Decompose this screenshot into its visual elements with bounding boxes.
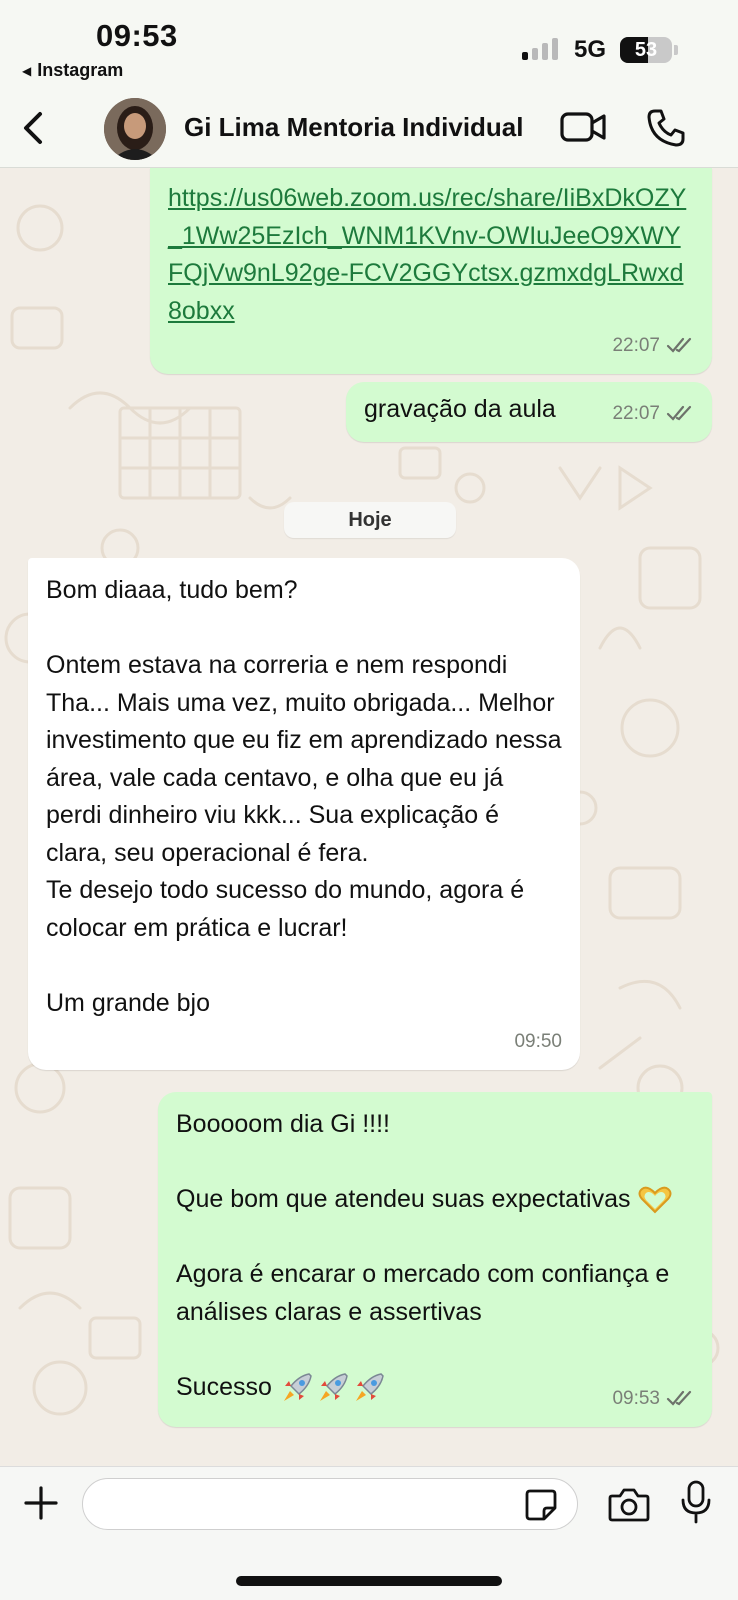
contact-avatar[interactable]	[104, 98, 166, 160]
rocket-emoji	[283, 1373, 312, 1401]
message-input[interactable]	[82, 1478, 578, 1530]
message-line-text: Que bom que atendeu suas expectativas	[176, 1185, 631, 1213]
plus-icon[interactable]	[22, 1484, 60, 1522]
microphone-icon[interactable]	[680, 1480, 712, 1524]
rocket-emoji	[355, 1373, 384, 1401]
camera-icon[interactable]	[608, 1486, 650, 1522]
message-meta: 22:07	[612, 327, 694, 365]
contact-name[interactable]: Gi Lima Mentoria Individual	[184, 112, 524, 143]
double-check-icon	[666, 406, 692, 421]
chevron-left-icon[interactable]	[18, 108, 48, 148]
message-meta: 22:07	[612, 395, 694, 433]
phone-icon[interactable]	[646, 108, 686, 148]
heart-hands-emoji	[638, 1187, 672, 1214]
message-line: Agora é encarar o mercado com confiança …	[176, 1260, 677, 1326]
back-app-label: Instagram	[37, 60, 124, 80]
top-bar: 09:53 ◀ Instagram 5G 53 Gi Lima Mentoria…	[0, 0, 738, 168]
battery-icon: 53	[620, 37, 672, 63]
status-time: 09:53	[96, 18, 178, 53]
message-line: Que bom que atendeu suas expectativas	[176, 1181, 694, 1219]
video-camera-icon[interactable]	[560, 110, 606, 144]
message-time: 22:07	[612, 402, 660, 424]
back-triangle-icon: ◀	[22, 63, 32, 78]
back-to-app-link[interactable]: ◀ Instagram	[22, 60, 123, 81]
message-time: 22:07	[612, 334, 660, 356]
message-line: Booooom dia Gi !!!!	[176, 1110, 391, 1138]
avatar-photo	[104, 98, 166, 160]
message-outgoing-link: https://us06web.zoom.us/rec/share/IiBxDk…	[150, 168, 712, 374]
rocket-emoji	[319, 1373, 348, 1401]
message-text: gravação da aula	[364, 395, 556, 423]
battery-percent: 53	[634, 39, 658, 61]
sticker-icon[interactable]	[524, 1488, 558, 1522]
message-time: 09:50	[514, 1030, 562, 1052]
double-check-icon	[666, 338, 692, 353]
message-line-text: Sucesso	[176, 1372, 272, 1401]
message-incoming: Bom diaaa, tudo bem? Ontem estava na cor…	[28, 558, 580, 1070]
message-meta: 09:53	[612, 1380, 694, 1418]
network-type: 5G	[574, 36, 607, 63]
home-indicator	[236, 1576, 502, 1586]
message-text: Bom diaaa, tudo bem? Ontem estava na cor…	[46, 576, 562, 1017]
day-divider: Hoje	[284, 502, 456, 538]
cellular-signal-icon	[522, 38, 558, 60]
message-meta: 09:50	[514, 1023, 562, 1061]
double-check-icon	[666, 1391, 692, 1406]
message-outgoing: Booooom dia Gi !!!! Que bom que atendeu …	[158, 1092, 712, 1427]
battery-tip	[674, 45, 678, 55]
message-outgoing: gravação da aula 22:07	[346, 382, 712, 442]
message-time: 09:53	[612, 1387, 660, 1409]
zoom-recording-link[interactable]: https://us06web.zoom.us/rec/share/IiBxDk…	[168, 180, 694, 330]
